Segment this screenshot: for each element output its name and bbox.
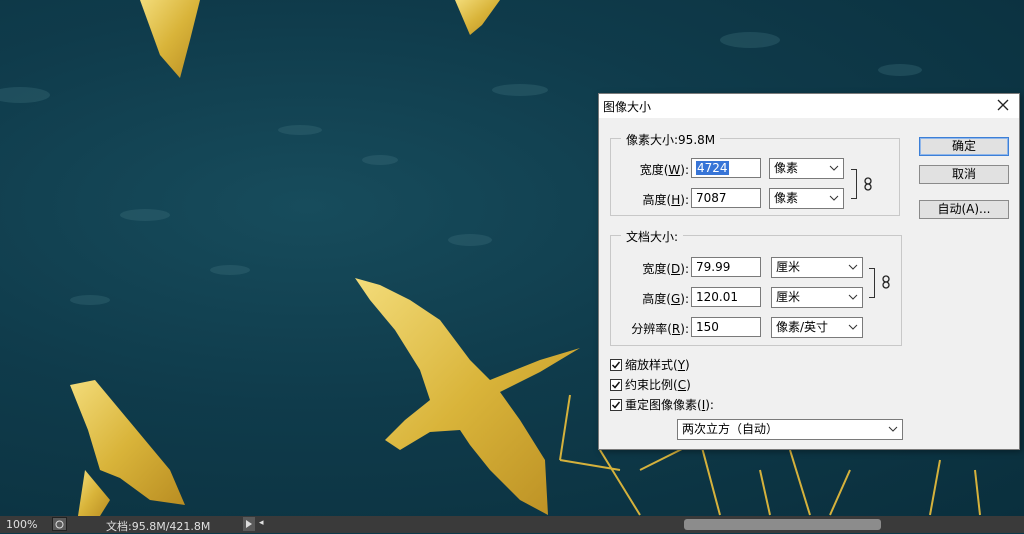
scale-styles-checkbox[interactable]: 缩放样式(Y)	[610, 356, 690, 373]
pixel-height-unit-select[interactable]: 像素	[769, 188, 844, 209]
horizontal-scrollbar[interactable]	[268, 519, 1018, 530]
checkbox-box[interactable]	[610, 378, 622, 391]
doc-width-unit-select[interactable]: 厘米	[771, 257, 863, 278]
resolution-label: 分辨率(R):	[631, 322, 689, 336]
resample-method-select[interactable]: 两次立方（自动）	[677, 419, 903, 440]
resample-checkbox[interactable]: 重定图像像素(I):	[610, 396, 714, 413]
checkmark-icon	[611, 381, 621, 389]
chain-link-icon	[882, 275, 890, 289]
checkbox-box[interactable]	[610, 398, 622, 411]
constrain-proportions-label: 约束比例(C)	[625, 378, 691, 392]
resolution-unit-select[interactable]: 像素/英寸	[771, 317, 863, 338]
doc-link-bracket	[869, 268, 875, 298]
chevron-down-icon	[848, 294, 858, 300]
auto-button[interactable]: 自动(A)...	[919, 200, 1009, 219]
pixel-height-label: 高度(H):	[642, 193, 689, 207]
cancel-button[interactable]: 取消	[919, 165, 1009, 184]
checkmark-icon	[611, 401, 621, 409]
document-info: 文档:95.8M/421.8M	[106, 520, 211, 533]
close-icon[interactable]	[995, 97, 1011, 113]
checkmark-icon	[611, 361, 621, 369]
chevron-down-icon	[848, 264, 858, 270]
status-options-button[interactable]	[52, 517, 67, 531]
pixel-width-input[interactable]: 4724	[691, 158, 761, 178]
chevron-down-icon	[888, 426, 898, 432]
zoom-level[interactable]: 100%	[6, 518, 37, 531]
pixel-width-label: 宽度(W):	[639, 163, 689, 177]
status-bar: 100% 文档:95.8M/421.8M ◂	[0, 516, 1024, 533]
pixel-height-input[interactable]: 7087	[691, 188, 761, 208]
status-menu-arrow[interactable]	[243, 517, 255, 531]
dialog-titlebar[interactable]: 图像大小	[599, 94, 1019, 118]
dialog-title: 图像大小	[603, 100, 652, 114]
resample-label: 重定图像像素(I):	[625, 398, 714, 412]
chevron-down-icon	[848, 324, 858, 330]
image-size-dialog: 图像大小 像素大小:95.8M 宽度(W): 4724 像素 高度(H): 70…	[598, 93, 1020, 450]
ok-button[interactable]: 确定	[919, 137, 1009, 156]
scroll-left-icon[interactable]: ◂	[259, 518, 264, 528]
pixel-link-bracket	[851, 169, 857, 199]
constrain-proportions-checkbox[interactable]: 约束比例(C)	[610, 376, 691, 393]
doc-height-input[interactable]: 120.01	[691, 287, 761, 307]
scrollbar-thumb[interactable]	[684, 519, 881, 530]
chevron-down-icon	[829, 195, 839, 201]
chain-link-icon	[864, 177, 872, 191]
circle-arrow-icon	[55, 520, 64, 528]
doc-height-label: 高度(G):	[642, 292, 689, 306]
resolution-input[interactable]: 150	[691, 317, 761, 337]
pixel-width-unit-select[interactable]: 像素	[769, 158, 844, 179]
doc-width-input[interactable]: 79.99	[691, 257, 761, 277]
pixel-dimensions-legend: 像素大小:95.8M	[621, 131, 721, 148]
chevron-down-icon	[829, 165, 839, 171]
doc-width-label: 宽度(D):	[642, 262, 689, 276]
play-arrow-icon	[246, 520, 252, 528]
checkbox-box[interactable]	[610, 358, 622, 371]
scale-styles-label: 缩放样式(Y)	[625, 358, 690, 372]
doc-height-unit-select[interactable]: 厘米	[771, 287, 863, 308]
document-size-legend: 文档大小:	[621, 228, 684, 245]
